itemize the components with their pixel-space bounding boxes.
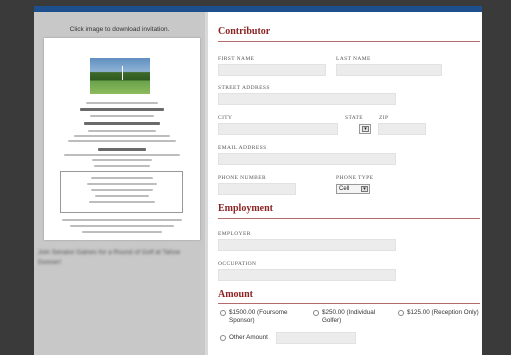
email-label: EMAIL ADDRESS (218, 145, 267, 151)
occupation-field[interactable] (218, 269, 396, 281)
other-amount-label: Other Amount (229, 334, 268, 341)
invitation-details-box (60, 171, 183, 213)
first-name-label: FIRST NAME (218, 56, 255, 62)
phone-number-field[interactable] (218, 183, 296, 195)
amount-radio-individual[interactable] (313, 310, 319, 316)
invitation-line (70, 225, 174, 227)
invitation-line (90, 115, 154, 117)
zip-field[interactable] (378, 123, 426, 135)
invitation-line (80, 108, 164, 111)
amount-option-individual: $250.00 (Individual Golfer) (322, 309, 376, 324)
invitation-blurb: Join Senator Gaines for a Round of Golf … (38, 249, 181, 266)
other-amount-field[interactable] (276, 332, 356, 344)
phone-number-label: PHONE NUMBER (218, 175, 267, 181)
last-name-label: LAST NAME (336, 56, 371, 62)
invitation-line (68, 140, 176, 142)
invitation-line (94, 165, 150, 167)
phone-type-label: PHONE TYPE (336, 175, 374, 181)
email-field[interactable] (218, 153, 396, 165)
city-label: CITY (218, 115, 233, 121)
invitation-line (86, 102, 158, 104)
chevron-down-icon: ▾ (362, 126, 369, 132)
occupation-label: OCCUPATION (218, 261, 257, 267)
last-name-field[interactable] (336, 64, 442, 76)
chevron-down-icon: ▾ (361, 186, 368, 192)
invitation-line (64, 154, 180, 156)
first-name-field[interactable] (218, 64, 326, 76)
invitation-line (84, 122, 160, 125)
invitation-image[interactable] (44, 38, 200, 240)
invitation-line (98, 148, 146, 151)
state-label: STATE (345, 115, 364, 121)
section-title-employment: Employment (218, 203, 273, 214)
phone-type-value: Cell (339, 186, 350, 192)
amount-option-reception: $125.00 (Reception Only) (407, 309, 479, 316)
invitation-line (62, 219, 182, 221)
invitation-line (74, 135, 170, 137)
employer-field[interactable] (218, 239, 396, 251)
golf-course-photo (90, 58, 150, 94)
invitation-line (88, 130, 156, 132)
phone-type-select[interactable]: Cell ▾ (336, 184, 370, 194)
contribution-form: Contributor FIRST NAME LAST NAME STREET … (208, 12, 482, 355)
city-field[interactable] (218, 123, 338, 135)
employer-label: EMPLOYER (218, 231, 251, 237)
invitation-line (82, 231, 162, 233)
invitation-column: Click image to download invitation. Join… (34, 12, 205, 355)
street-address-field[interactable] (218, 93, 396, 105)
state-select[interactable]: ▾ (359, 124, 371, 134)
section-title-amount: Amount (218, 289, 254, 300)
zip-label: ZIP (379, 115, 389, 121)
section-title-contributor: Contributor (218, 26, 271, 37)
amount-radio-other[interactable] (220, 335, 226, 341)
street-address-label: STREET ADDRESS (218, 85, 270, 91)
invitation-caption: Click image to download invitation. (69, 26, 170, 33)
amount-option-foursome: $1500.00 (Foursome Sponsor) (229, 309, 288, 324)
section-divider (218, 218, 480, 219)
section-divider (218, 303, 480, 304)
amount-radio-reception[interactable] (398, 310, 404, 316)
invitation-line (92, 159, 152, 161)
section-divider (218, 41, 480, 42)
amount-radio-foursome[interactable] (220, 310, 226, 316)
